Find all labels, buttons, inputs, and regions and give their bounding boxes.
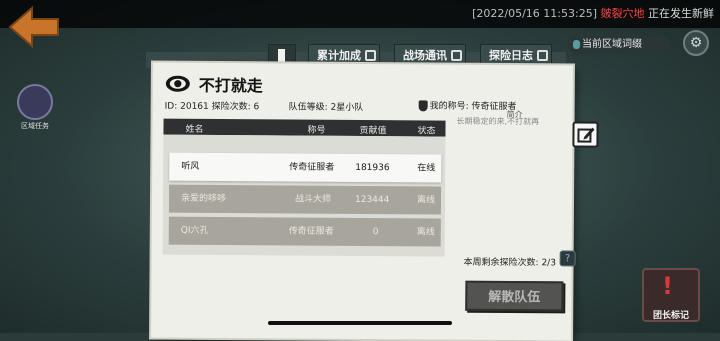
region-affix-label: 当前区域词缀	[582, 39, 642, 50]
edit-intro-button[interactable]	[572, 121, 599, 148]
team-name: 不打就走	[198, 75, 263, 96]
member-contribution: 123444	[354, 194, 390, 206]
leader-mark-button[interactable]: ! 团长标记	[642, 268, 700, 322]
member-status: 离线	[416, 227, 435, 238]
top-bar: [2022/05/16 11:53:25] 皴裂穴地 正在发生新鲜	[0, 0, 720, 28]
news-ticker: [2022/05/16 11:53:25] 皴裂穴地 正在发生新鲜	[472, 5, 714, 21]
shield-icon	[418, 100, 428, 112]
intro-text: 长期稳定的来,不打就再	[456, 116, 540, 127]
eye-icon	[165, 75, 190, 92]
member-name: 听风	[181, 161, 200, 172]
member-contribution: 181936	[355, 162, 390, 174]
mission-icon	[17, 84, 53, 120]
header-contribution: 贡献值	[359, 125, 387, 137]
my-title-text: 我的称号: 传奇征服者	[429, 101, 517, 113]
member-title: 传奇征服者	[289, 162, 335, 173]
disband-team-button[interactable]: 解散队伍	[465, 280, 564, 312]
news-place: 皴裂穴地	[600, 7, 645, 20]
team-id-and-count: ID: 20161 探险次数: 6	[164, 101, 260, 113]
tab-bonus-icon	[365, 50, 376, 61]
member-row[interactable]: 亲爱的哆哆 战斗大师 123444 离线	[168, 184, 442, 215]
tab-comms-icon	[451, 50, 462, 61]
weekly-attempts: 本周剩余探险次数: 2/3	[463, 257, 556, 269]
tab-log-icon	[537, 50, 548, 61]
member-title: 传奇征服者	[288, 226, 334, 237]
exclamation-icon: !	[662, 272, 673, 300]
member-title: 战斗大师	[294, 194, 332, 205]
mission-label: 区域任务	[21, 122, 49, 130]
member-table-header: 姓名 称号 贡献值 状态	[163, 118, 446, 137]
member-name: 亲爱的哆哆	[180, 193, 227, 205]
member-status: 离线	[416, 195, 436, 206]
home-indicator[interactable]	[268, 321, 452, 325]
team-panel: 不打就走 ID: 20161 探险次数: 6 队伍等级: 2星小队 我的称号: …	[151, 62, 599, 341]
notebook-icon	[278, 49, 285, 64]
gear-icon[interactable]: ⚙	[683, 30, 709, 56]
tab-comms-label: 战场通讯	[403, 49, 447, 62]
header-status: 状态	[417, 126, 436, 137]
header-name: 姓名	[185, 124, 204, 135]
mission-button[interactable]: 区域任务	[14, 84, 56, 131]
news-timestamp: [2022/05/16 11:53:25]	[472, 7, 597, 20]
pin-icon	[573, 40, 580, 49]
header-title: 称号	[307, 125, 326, 136]
my-title: 我的称号: 传奇征服者	[418, 98, 517, 113]
news-event: 正在发生新鲜	[648, 7, 714, 20]
tab-log-label: 探险日志	[489, 49, 533, 62]
team-tier: 队伍等级: 2星小队	[288, 102, 364, 114]
member-name: QI六孔	[180, 225, 209, 236]
tab-bonus-label: 累计加成	[317, 49, 361, 62]
member-contribution: 0	[372, 227, 379, 238]
help-icon[interactable]: ?	[559, 250, 576, 267]
member-row[interactable]: 听风 传奇征服者 181936 在线	[169, 152, 442, 183]
leader-mark-label: 团长标记	[652, 311, 689, 321]
member-table: 听风 传奇征服者 181936 在线 亲爱的哆哆 战斗大师 123444 离线 …	[162, 134, 446, 257]
back-arrow-icon[interactable]	[8, 6, 60, 48]
member-status: 在线	[417, 163, 436, 174]
edit-icon	[577, 127, 595, 143]
member-row[interactable]: QI六孔 传奇征服者 0 离线	[168, 216, 441, 247]
region-affix-button[interactable]: 当前区域词缀	[568, 36, 670, 54]
